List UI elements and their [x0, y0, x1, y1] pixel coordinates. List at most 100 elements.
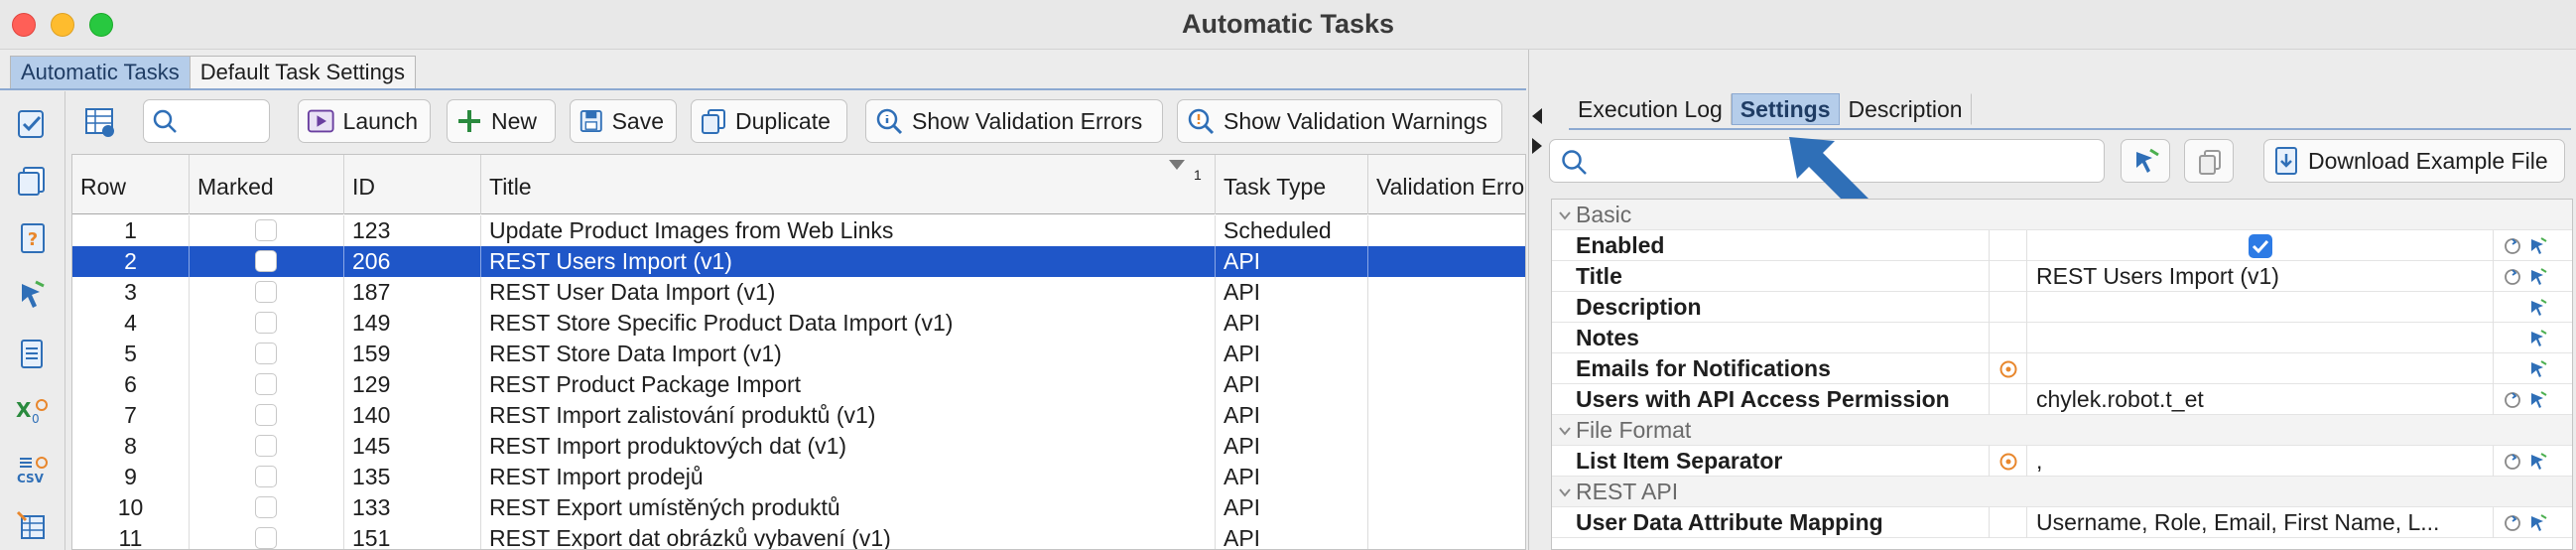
show-validation-warnings-button[interactable]: Show Validation Warnings	[1177, 99, 1502, 143]
pick-element-button[interactable]	[2121, 139, 2170, 183]
show-validation-errors-label: Show Validation Errors	[912, 107, 1143, 134]
copy-pages-icon[interactable]	[14, 163, 50, 199]
marked-cell	[190, 431, 344, 462]
window-title: Automatic Tasks	[1181, 9, 1395, 39]
marked-checkbox[interactable]	[255, 435, 277, 457]
marked-checkbox[interactable]	[255, 404, 277, 426]
column-header-marked[interactable]: Marked	[190, 155, 344, 214]
table-row[interactable]: 2 206 REST Users Import (v1) API	[72, 246, 1525, 277]
right-panel: Execution Log Settings Description Downl…	[1528, 50, 2576, 550]
column-header-id[interactable]: ID	[344, 155, 481, 214]
launch-button[interactable]: Launch	[298, 99, 431, 143]
warning-refresh-icon[interactable]	[1998, 452, 2018, 472]
pick-value-icon[interactable]	[2528, 452, 2548, 472]
column-header-row[interactable]: Row	[72, 155, 190, 214]
launch-label: Launch	[342, 107, 418, 134]
table-row[interactable]: 6 129 REST Product Package Import API	[72, 369, 1525, 400]
table-row[interactable]: 5 159 REST Store Data Import (v1) API	[72, 339, 1525, 369]
grid-search-input[interactable]	[143, 99, 270, 143]
property-value[interactable]: ,	[2036, 446, 2443, 477]
table-settings-icon[interactable]	[83, 105, 117, 139]
column-divider	[1989, 323, 1990, 353]
new-button[interactable]: New	[447, 99, 556, 143]
marked-checkbox[interactable]	[255, 343, 277, 364]
tab-description[interactable]: Description	[1840, 93, 1972, 125]
property-section[interactable]: Basic	[1552, 200, 2572, 230]
reset-default-icon[interactable]	[2503, 236, 2522, 256]
enabled-checkbox[interactable]	[2249, 234, 2272, 258]
reset-default-icon[interactable]	[2503, 390, 2522, 410]
pick-value-icon[interactable]	[2528, 236, 2548, 256]
duplicate-icon	[702, 109, 725, 134]
property-value[interactable]	[2036, 323, 2443, 353]
help-document-icon[interactable]: ?	[14, 220, 50, 256]
copy-settings-button[interactable]	[2184, 139, 2234, 183]
csv-export-icon[interactable]: CSV	[14, 451, 50, 486]
property-name: Description	[1576, 294, 1702, 320]
column-header-task-type[interactable]: Task Type	[1216, 155, 1368, 214]
marked-checkbox[interactable]	[255, 466, 277, 487]
column-header-validation-error[interactable]: Validation Error	[1368, 155, 1525, 214]
pick-value-icon[interactable]	[2528, 390, 2548, 410]
tab-settings[interactable]: Settings	[1731, 93, 1840, 125]
tab-automatic-tasks[interactable]: Automatic Tasks	[10, 56, 191, 89]
chevron-down-icon[interactable]	[1558, 485, 1572, 499]
property-value[interactable]	[2036, 353, 2443, 384]
reset-default-icon[interactable]	[2503, 513, 2522, 533]
row-number-cell: 4	[72, 308, 190, 339]
column-divider	[1989, 446, 1990, 477]
table-row[interactable]: 7 140 REST Import zalistování produktů (v1…	[72, 400, 1525, 431]
save-button[interactable]: Save	[570, 99, 677, 143]
chevron-down-icon[interactable]	[1558, 208, 1572, 222]
property-value[interactable]	[2036, 292, 2443, 323]
property-section[interactable]: File Format	[1552, 415, 2572, 446]
column-divider	[2493, 261, 2494, 292]
pick-value-icon[interactable]	[2528, 267, 2548, 287]
table-row[interactable]: 10 133 REST Export umístěných produktů API	[72, 492, 1525, 523]
marked-checkbox[interactable]	[255, 373, 277, 395]
pick-value-icon[interactable]	[2528, 298, 2548, 318]
checklist-icon[interactable]	[14, 105, 50, 141]
property-section[interactable]: REST API	[1552, 477, 2572, 507]
table-row[interactable]: 3 187 REST User Data Import (v1) API	[72, 277, 1525, 308]
property-value[interactable]: REST Users Import (v1)	[2036, 261, 2443, 292]
table-row[interactable]: 11 151 REST Export dat obrázků vybavení (v…	[72, 523, 1525, 549]
reset-default-icon[interactable]	[2503, 267, 2522, 287]
warning-refresh-icon[interactable]	[1998, 359, 2018, 379]
pick-value-icon[interactable]	[2528, 513, 2548, 533]
chevron-down-icon[interactable]	[1558, 424, 1572, 438]
cursor-select-icon[interactable]	[14, 278, 50, 314]
table-row[interactable]: 1 123 Update Product Images from Web Links…	[72, 215, 1525, 246]
tab-default-task-settings[interactable]: Default Task Settings	[189, 56, 417, 89]
reset-default-icon[interactable]	[2503, 452, 2522, 472]
property-value[interactable]: Username, Role, Email, First Name, L...	[2036, 507, 2443, 538]
pick-value-icon[interactable]	[2528, 329, 2548, 348]
marked-checkbox[interactable]	[255, 527, 277, 549]
marked-cell	[190, 277, 344, 308]
column-header-title[interactable]: Title	[481, 155, 1216, 214]
marked-checkbox[interactable]	[255, 496, 277, 518]
document-list-icon[interactable]	[14, 336, 50, 371]
show-validation-errors-button[interactable]: Show Validation Errors	[865, 99, 1163, 143]
tab-execution-log[interactable]: Execution Log	[1569, 93, 1732, 125]
property-value[interactable]: chylek.robot.t_et	[2036, 384, 2443, 415]
table-import-icon[interactable]	[14, 508, 50, 544]
id-cell: 151	[344, 523, 481, 549]
duplicate-label: Duplicate	[735, 107, 831, 134]
marked-checkbox[interactable]	[255, 281, 277, 303]
xml-export-icon[interactable]: X0	[14, 393, 50, 429]
marked-checkbox[interactable]	[255, 312, 277, 334]
pick-value-icon[interactable]	[2528, 359, 2548, 379]
id-cell: 206	[344, 246, 481, 277]
table-row[interactable]: 4 149 REST Store Specific Product Data Imp…	[72, 308, 1525, 339]
tabs-underline	[0, 88, 1526, 90]
duplicate-button[interactable]: Duplicate	[691, 99, 847, 143]
marked-checkbox[interactable]	[255, 250, 277, 272]
expand-right-icon[interactable]	[1531, 137, 1543, 155]
download-example-file-button[interactable]: Download Example File	[2263, 139, 2565, 183]
table-row[interactable]: 9 135 REST Import prodejů API	[72, 462, 1525, 492]
collapse-left-icon[interactable]	[1531, 107, 1543, 125]
table-row[interactable]: 8 145 REST Import produktových dat (v1) API	[72, 431, 1525, 462]
marked-checkbox[interactable]	[255, 219, 277, 241]
plus-icon	[458, 110, 480, 132]
